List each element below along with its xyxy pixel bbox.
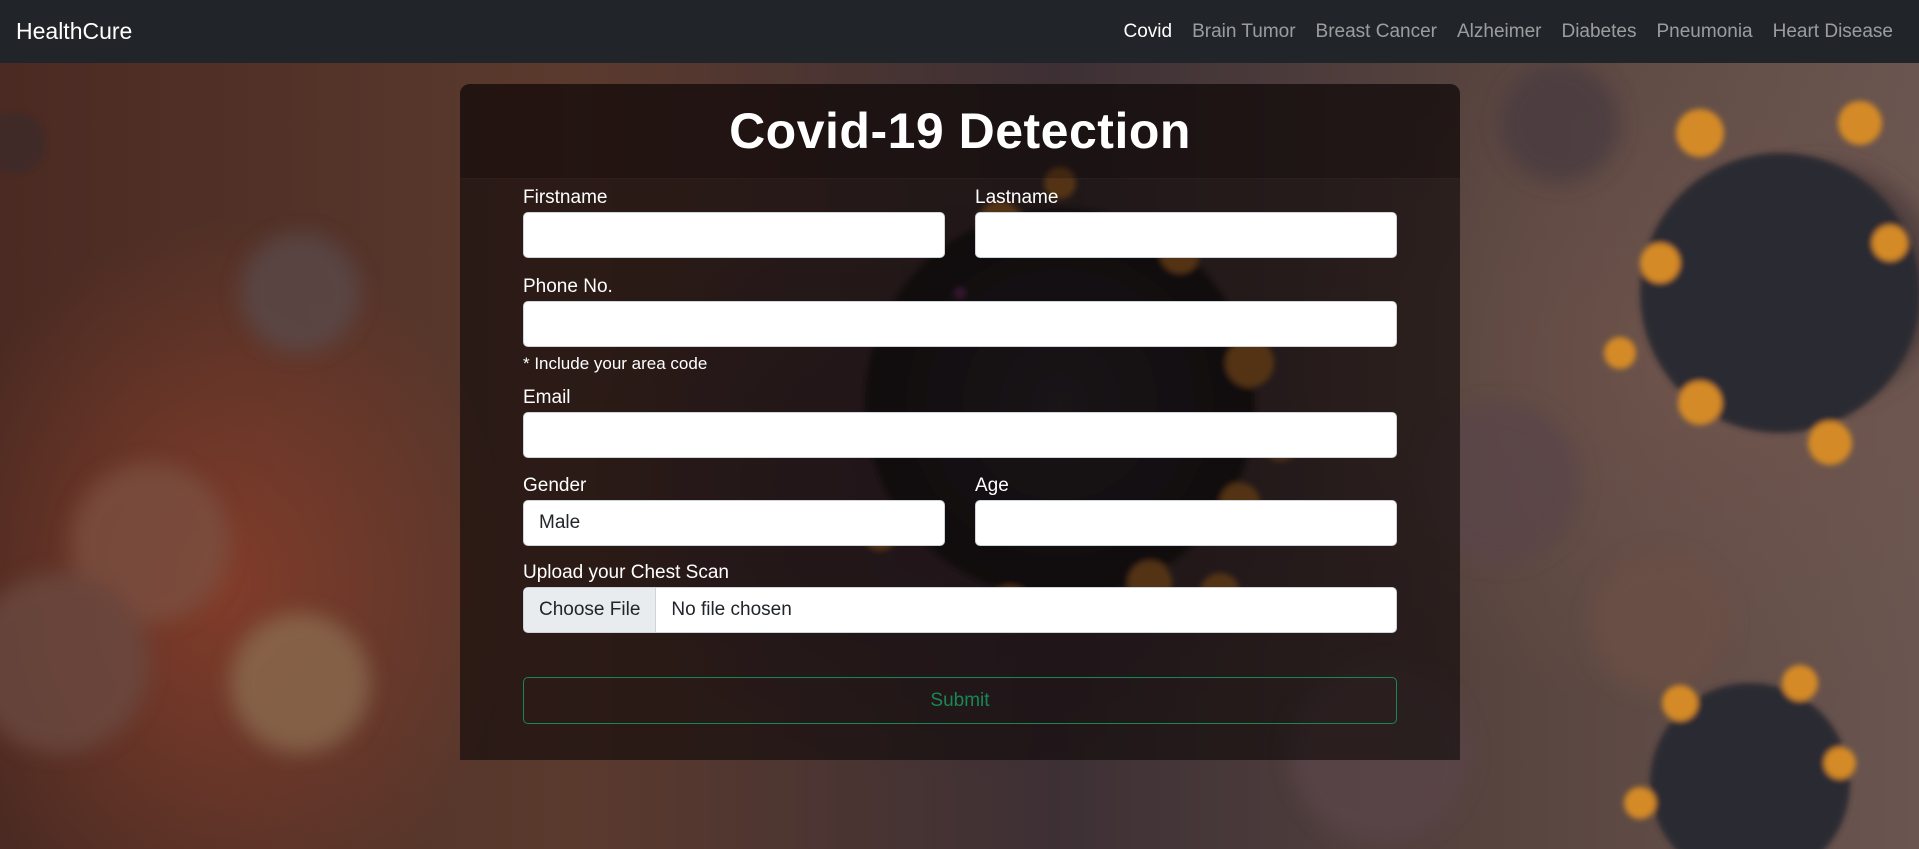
gender-selected-value: Male [539,512,581,533]
card-header: Covid-19 Detection [460,84,1460,179]
email-input[interactable] [523,412,1397,458]
phone-help-text: * Include your area code [523,354,708,373]
email-label: Email [523,387,571,408]
age-label: Age [975,475,1009,496]
nav-link-breast-cancer[interactable]: Breast Cancer [1306,21,1447,43]
lastname-input[interactable] [975,212,1397,258]
patient-form: Firstname Lastname Phone No. * Include y… [523,186,1397,724]
age-input[interactable] [975,500,1397,546]
nav-link-alzheimer[interactable]: Alzheimer [1447,21,1551,43]
lastname-label: Lastname [975,187,1059,208]
detection-card: Covid-19 Detection Firstname Lastname Ph… [460,84,1460,760]
nav-link-diabetes[interactable]: Diabetes [1551,21,1646,43]
firstname-label: Firstname [523,187,608,208]
nav-links: Covid Brain Tumor Breast Cancer Alzheime… [1113,21,1903,43]
gender-select[interactable]: Male [523,500,945,546]
firstname-input[interactable] [523,212,945,258]
file-status-text: No file chosen [671,599,792,620]
submit-button[interactable]: Submit [523,677,1397,724]
nav-link-heart-disease[interactable]: Heart Disease [1763,21,1903,43]
gender-label: Gender [523,475,587,496]
upload-label: Upload your Chest Scan [523,562,729,583]
nav-link-brain-tumor[interactable]: Brain Tumor [1182,21,1305,43]
nav-link-pneumonia[interactable]: Pneumonia [1646,21,1762,43]
phone-label: Phone No. [523,276,613,297]
chest-scan-file-input[interactable]: Choose File No file chosen [523,587,1397,633]
page-title: Covid-19 Detection [729,103,1191,159]
choose-file-button[interactable]: Choose File [524,588,657,632]
brand-link[interactable]: HealthCure [16,18,132,45]
navbar: HealthCure Covid Brain Tumor Breast Canc… [0,0,1919,63]
nav-link-covid[interactable]: Covid [1113,21,1182,43]
phone-input[interactable] [523,301,1397,347]
